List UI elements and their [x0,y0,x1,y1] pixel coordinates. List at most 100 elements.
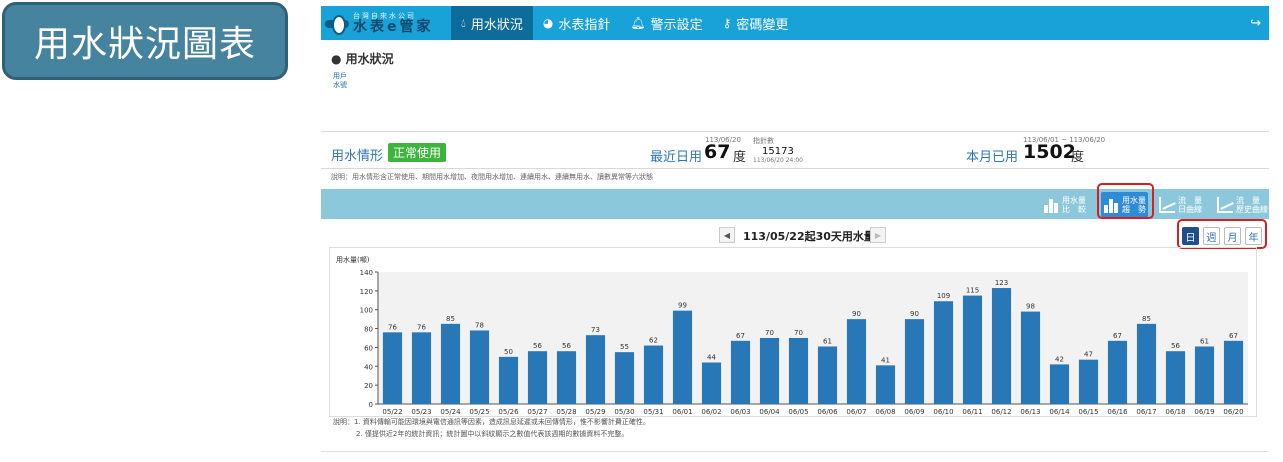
note-line-2: 2. 僅提供近2年的統計資訊；統計圖中以斜紋顯示之數值代表該週期的數據資料不完整… [356,430,629,438]
bar [730,340,751,404]
data-label: 85 [446,315,455,323]
data-label: 78 [475,321,484,329]
x-tick-label: 06/20 [1223,408,1243,416]
data-label: 109 [937,292,950,300]
data-label: 61 [1200,337,1209,345]
x-tick-label: 06/09 [904,408,924,416]
data-label: 73 [591,326,600,334]
data-label: 47 [1084,351,1093,359]
link-water-number[interactable]: 水號 [333,81,347,90]
bar [382,332,403,404]
bar [556,351,577,404]
water-drop-icon: ● [331,52,342,66]
nav-alert-settings[interactable]: 🔔︎ 警示設定 [620,6,712,40]
water-drop-icon: 💧︎ [461,15,466,30]
bar [1223,340,1244,404]
logo-product: 水表e管家 [353,18,434,35]
x-tick-label: 06/04 [759,408,780,416]
y-tick-label: 40 [364,363,373,371]
recent-usage-unit: 度 [733,150,747,165]
x-tick-label: 05/28 [556,408,576,416]
data-label: 90 [852,310,861,318]
bar [1165,351,1186,404]
gauge-icon: ◕ [542,16,554,30]
x-tick-label: 05/25 [469,408,489,416]
x-tick-label: 05/24 [440,408,461,416]
bar [846,319,867,404]
x-tick-label: 06/18 [1165,408,1185,416]
bar [643,345,664,404]
data-label: 98 [1026,303,1035,311]
bar [585,335,606,404]
x-tick-label: 06/08 [875,408,895,416]
data-label: 42 [1055,355,1064,363]
bar [904,319,925,404]
divider [321,451,1269,452]
bell-icon: 🔔︎ [630,16,646,30]
data-label: 50 [504,348,513,356]
bar [411,332,432,404]
mode-flow-history[interactable]: 流 量歷史曲線 [1217,192,1268,218]
app-window: 台灣自來水公司 水表e管家 💧︎ 用水狀況 ◕ 水表指針 🔔︎ 警示設定 ⚷ 密… [321,6,1269,454]
x-tick-label: 06/12 [991,408,1011,416]
data-label: 44 [707,354,716,362]
x-tick-label: 06/03 [730,408,750,416]
x-tick-label: 05/23 [411,408,431,416]
nav-password-change[interactable]: ⚷ 密碼變更 [713,6,799,40]
month-usage-unit: 度 [1071,150,1085,165]
month-usage-label: 本月已用 [966,150,1019,165]
key-icon: ⚷ [722,16,732,30]
nav-label: 警示設定 [650,17,703,33]
x-tick-label: 06/16 [1107,408,1128,416]
x-tick-label: 06/05 [788,408,808,416]
x-tick-label: 06/17 [1136,408,1156,416]
usage-status-label: 用水情形 [331,149,384,164]
bar [469,330,490,404]
status-badge: 正常使用 [388,143,447,162]
bar [1136,323,1157,404]
nav-meter-reading[interactable]: ◕ 水表指針 [533,6,621,40]
bar [817,346,838,404]
y-tick-label: 80 [364,326,373,334]
bar [875,365,896,404]
nav-water-status[interactable]: 💧︎ 用水狀況 [451,6,533,40]
line-chart-icon [1217,197,1233,213]
brand-logo[interactable]: 台灣自來水公司 水表e管家 [321,6,451,40]
data-label: 70 [794,329,803,337]
logout-icon[interactable]: ↪ [1250,16,1261,31]
y-tick-label: 120 [360,288,373,296]
nav-label: 水表指針 [558,17,611,33]
data-label: 123 [995,279,1008,287]
x-tick-label: 05/26 [498,408,519,416]
meter-value: 15173 [762,146,794,157]
highlight-box-mode [1097,183,1154,219]
status-note: 說明：用水情形含正常使用、期間用水增加、夜間用水增加、連續用水、連續無用水、讀數… [331,173,653,181]
x-tick-label: 06/06 [817,408,838,416]
link-user[interactable]: 用戶 [333,72,347,81]
data-label: 115 [966,287,979,295]
usage-bar-chart: 用水量(噸) 0 20 40 60 80 100 120 140 76 05/22 76 05/23 85… [336,255,1248,416]
next-period-button[interactable]: ▶ [870,227,886,243]
y-axis-label: 用水量(噸) [336,255,370,264]
divider [321,168,1269,169]
x-tick-label: 06/13 [1020,408,1040,416]
month-usage-value: 1502 [1023,141,1076,163]
x-tick-label: 06/11 [962,408,982,416]
nav-label: 用水狀況 [470,17,523,33]
bar-chart-icon [1043,197,1059,213]
chart-notes: 說明：1. 資料傳輸可能因環境與電信通訊等因素，造成訊息延遲或未回傳情形，惟不影… [333,416,650,440]
data-label: 76 [417,323,426,331]
x-tick-label: 06/02 [701,408,721,416]
mode-flow-daily[interactable]: 流 量日曲線 [1159,192,1202,218]
data-label: 90 [910,310,919,318]
x-tick-label: 06/01 [672,408,692,416]
mode-usage-compare[interactable]: 用水量比 較 [1043,192,1086,218]
page-title: ● 用水狀況 [331,52,394,66]
data-label: 99 [678,302,687,310]
bar [440,323,461,404]
account-links: 用戶 水號 [333,72,347,90]
bar [933,301,954,404]
bar [701,362,722,404]
prev-period-button[interactable]: ◀ [719,227,735,243]
x-tick-label: 05/29 [585,408,605,416]
